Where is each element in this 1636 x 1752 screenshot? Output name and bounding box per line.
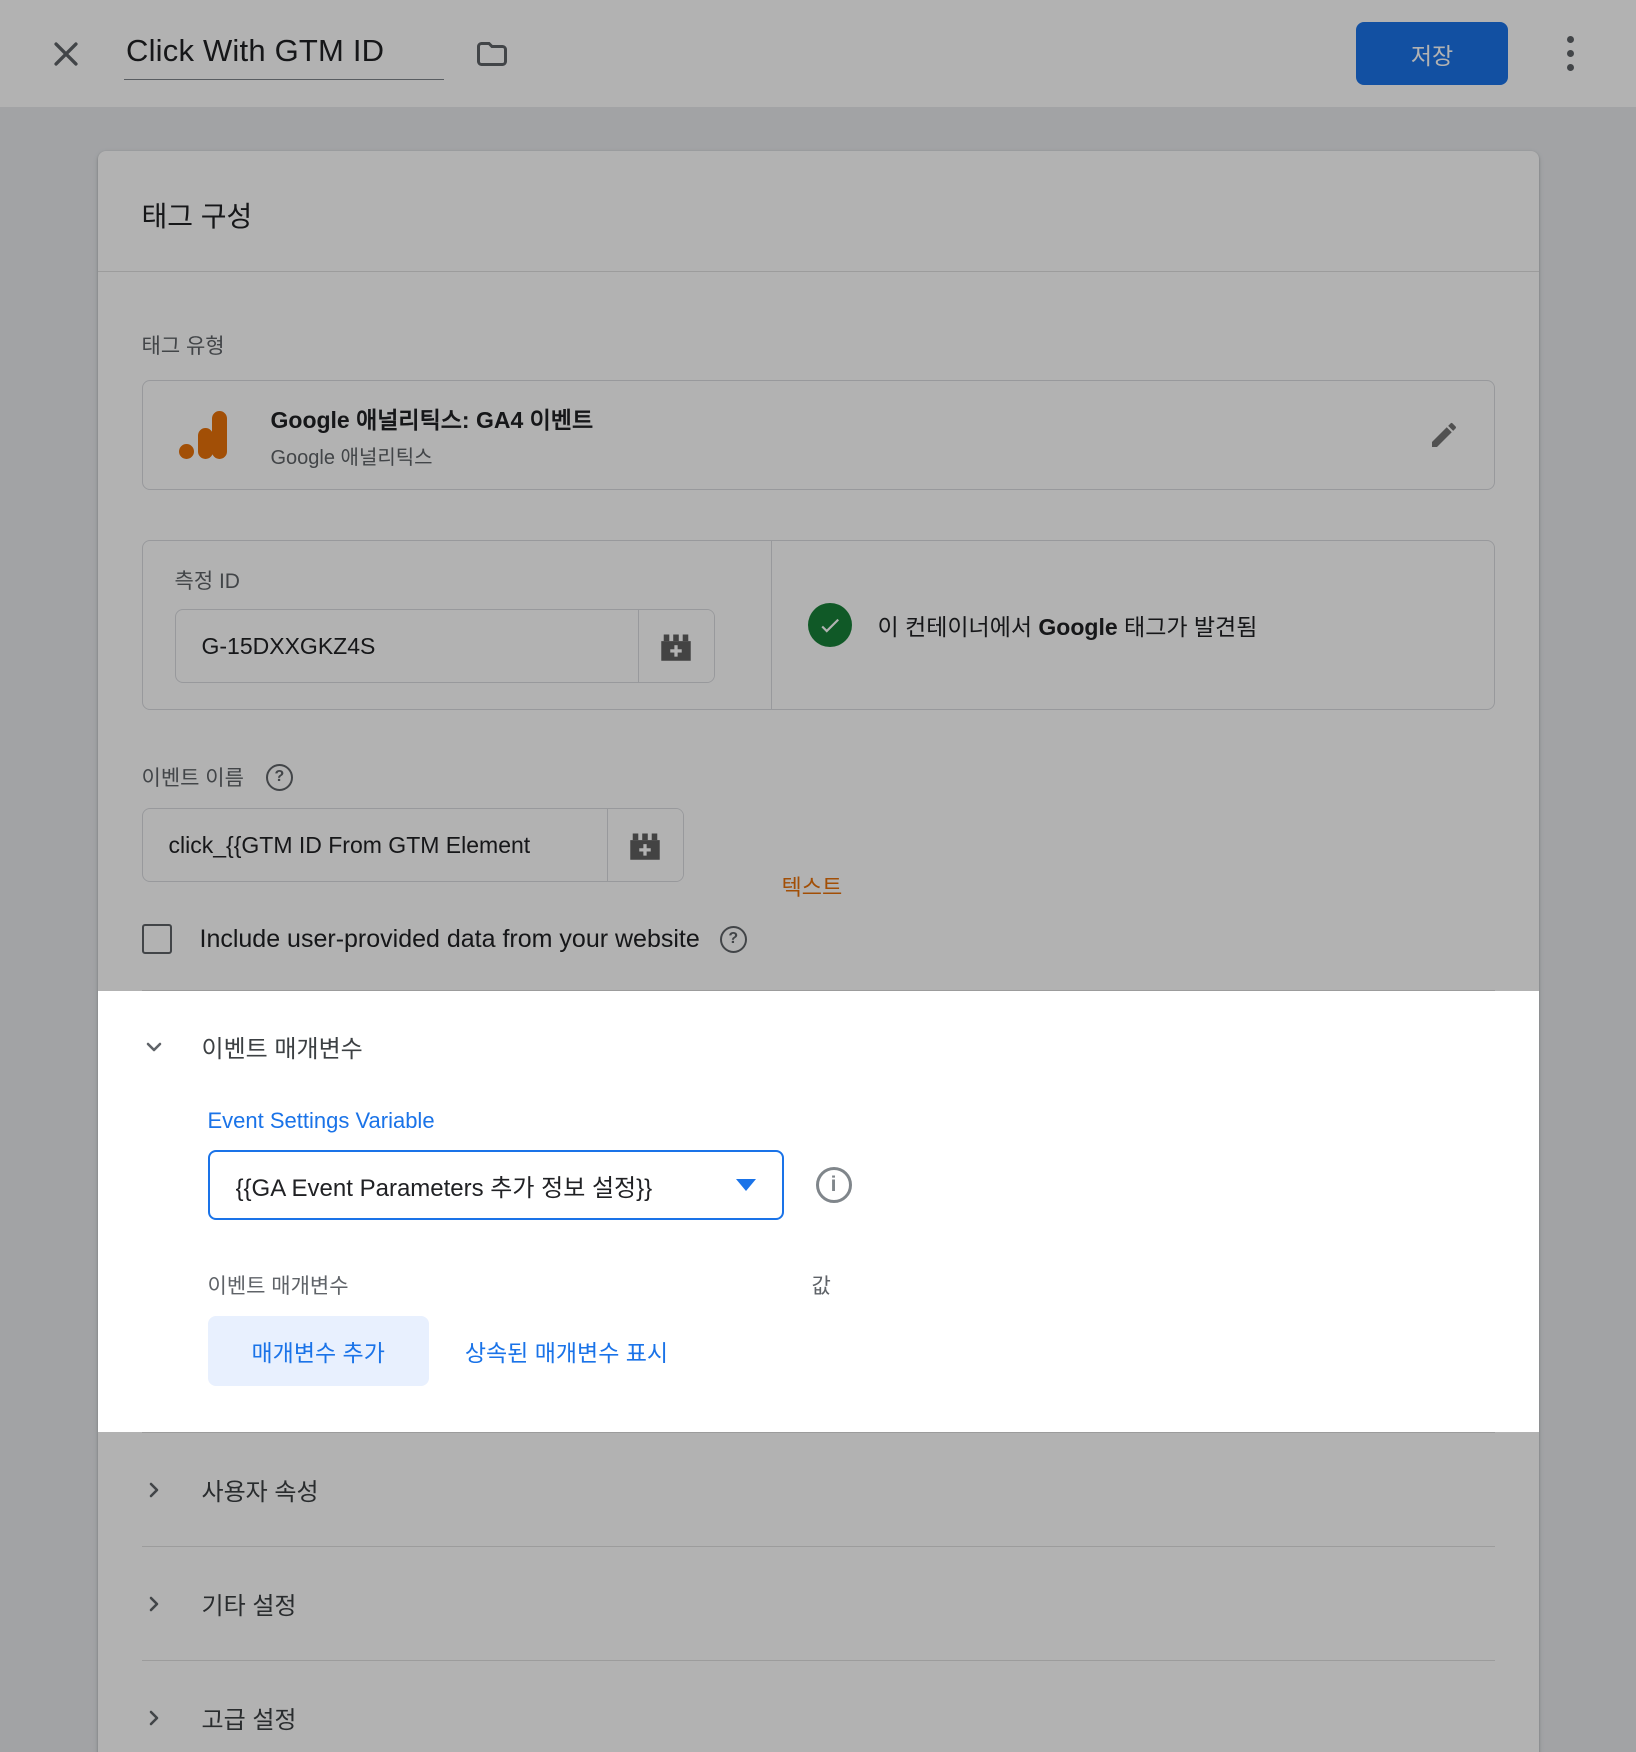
tag-type-vendor: Google 애널리틱스 [271,441,594,470]
include-user-data-checkbox[interactable] [142,924,172,954]
section-user-properties[interactable]: 사용자 속성 [142,1433,1495,1546]
tag-type-box[interactable]: Google 애널리틱스: GA4 이벤트 Google 애널리틱스 [142,380,1495,490]
event-parameters-title: 이벤트 매개변수 [202,1029,363,1064]
top-bar: Click With GTM ID 저장 [0,0,1636,107]
tag-type-name: Google 애널리틱스: GA4 이벤트 [271,401,594,435]
measurement-id-box: 측정 ID 이 컨테이너에서 Google 태그가 발견됨 [142,540,1495,710]
tag-name-field[interactable]: Click With GTM ID [124,27,444,80]
close-button[interactable] [44,32,88,76]
tag-configuration-card: 태그 구성 태그 유형 Google 애널리틱스: GA4 이벤트 Google… [98,151,1539,1752]
card-header: 태그 구성 [98,151,1539,272]
tag-type-label: 태그 유형 [142,330,1495,360]
event-name-row: 텍스트 [142,808,1495,882]
event-name-input[interactable] [143,809,607,881]
event-settings-variable-label: Event Settings Variable [208,1108,1495,1134]
dropdown-caret-icon [736,1179,756,1191]
chevron-right-icon [142,1706,166,1730]
parameter-actions: 매개변수 추가 상속된 매개변수 표시 [208,1316,1495,1386]
variable-picker-button[interactable] [607,809,683,881]
check-circle-icon [808,603,852,647]
esv-dropdown-value: {{GA Event Parameters 추가 정보 설정}} [236,1168,724,1203]
measurement-id-left: 측정 ID [143,541,771,709]
card-body: 태그 유형 Google 애널리틱스: GA4 이벤트 Google 애널리틱스… [98,330,1539,1752]
section-advanced-settings[interactable]: 고급 설정 [142,1661,1495,1752]
editor-content: 태그 구성 태그 유형 Google 애널리틱스: GA4 이벤트 Google… [0,107,1636,1752]
measurement-id-group [175,609,715,683]
folder-button[interactable] [470,32,514,76]
event-name-label-row: 이벤트 이름 ? [142,762,1495,792]
event-parameters-header[interactable]: 이벤트 매개변수 [142,1029,1495,1064]
event-parameters-section: 이벤트 매개변수 Event Settings Variable {{GA Ev… [98,991,1539,1432]
google-tag-status: 이 컨테이너에서 Google 태그가 발견됨 [771,541,1494,709]
variable-brick-icon [624,827,666,863]
include-user-data-label: Include user-provided data from your web… [200,925,700,954]
variable-picker-button[interactable] [638,610,714,682]
measurement-id-input[interactable] [176,610,638,682]
parameter-column-label: 이벤트 매개변수 [208,1275,349,1298]
help-icon[interactable]: ? [266,764,293,791]
parameter-columns: 이벤트 매개변수 값 [208,1270,1495,1296]
section-label: 사용자 속성 [202,1472,319,1507]
event-name-group [142,808,684,882]
help-icon[interactable]: ? [720,926,747,953]
measurement-id-label: 측정 ID [175,565,771,595]
tag-title: Click With GTM ID [126,33,384,68]
save-button[interactable]: 저장 [1356,22,1508,85]
add-parameter-button[interactable]: 매개변수 추가 [208,1316,429,1386]
chevron-right-icon [142,1592,166,1616]
folder-icon [474,36,510,72]
value-column-label: 값 [812,1270,831,1300]
esv-dropdown[interactable]: {{GA Event Parameters 추가 정보 설정}} [208,1150,784,1220]
chevron-right-icon [142,1478,166,1502]
user-data-row: Include user-provided data from your web… [142,924,1495,954]
gtm-tag-editor: Click With GTM ID 저장 태그 구성 태그 유형 Google … [0,0,1636,1752]
variable-brick-icon [655,628,697,664]
text-mode-link[interactable]: 텍스트 [782,870,843,902]
event-name-label: 이벤트 이름 [142,762,244,792]
close-icon [49,37,83,71]
edit-tag-type-button[interactable] [1428,419,1460,451]
section-label: 기타 설정 [202,1586,297,1621]
ga4-logo-icon [177,407,233,463]
google-tag-found-text: 이 컨테이너에서 Google 태그가 발견됨 [878,608,1258,642]
show-inherited-parameters-link[interactable]: 상속된 매개변수 표시 [465,1334,668,1368]
section-label: 고급 설정 [202,1700,297,1735]
card-title: 태그 구성 [142,195,1495,235]
kebab-icon [1567,36,1574,71]
info-icon[interactable]: i [816,1167,852,1203]
more-options-button[interactable] [1550,30,1590,78]
esv-dropdown-row: {{GA Event Parameters 추가 정보 설정}} i [208,1150,1495,1220]
tag-type-text: Google 애널리틱스: GA4 이벤트 Google 애널리틱스 [271,401,594,470]
pencil-icon [1428,419,1460,451]
section-other-settings[interactable]: 기타 설정 [142,1547,1495,1660]
chevron-down-icon [142,1035,166,1059]
